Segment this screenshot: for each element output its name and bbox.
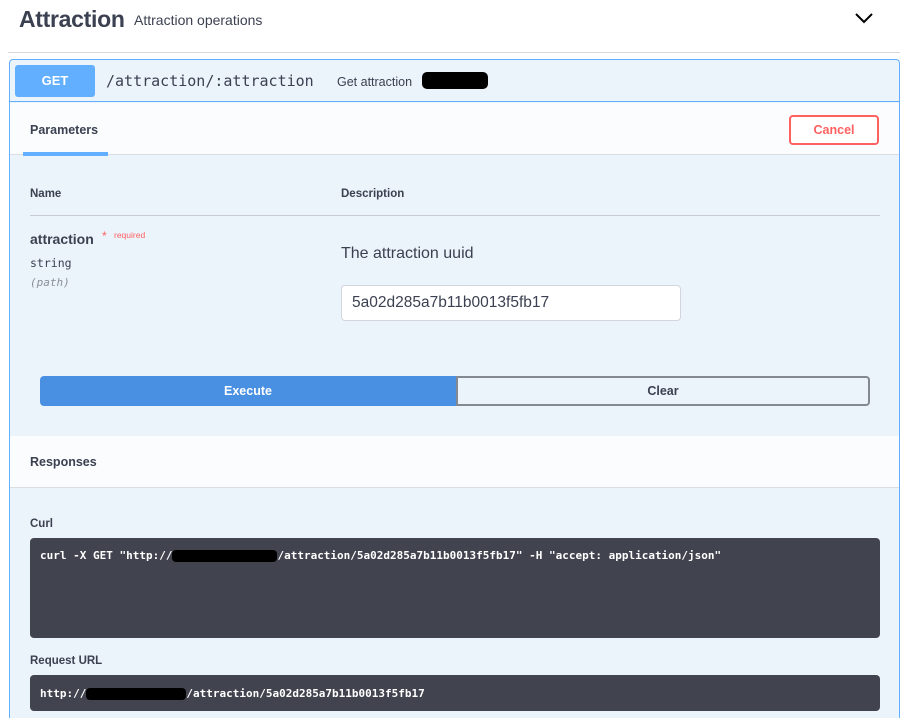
parameter-location: (path) xyxy=(30,276,70,289)
clear-button[interactable]: Clear xyxy=(456,376,870,406)
required-label: required xyxy=(114,230,146,240)
table-header-divider xyxy=(30,215,880,216)
column-header-description: Description xyxy=(341,188,405,200)
parameters-section-header: Parameters Cancel xyxy=(10,103,899,156)
operation-block: GET /attraction/:attraction Get attracti… xyxy=(9,59,900,718)
request-url-block[interactable]: http:// /attraction/5a02d285a7b11b0013f5f… xyxy=(30,675,880,711)
redaction-mark xyxy=(86,688,187,700)
redaction-mark xyxy=(172,550,278,562)
responses-section-header: Responses xyxy=(10,436,899,488)
tab-active-indicator xyxy=(23,152,108,156)
curl-command-prefix: curl -X GET "http:// xyxy=(40,549,173,562)
operation-summary[interactable]: GET /attraction/:attraction Get attracti… xyxy=(10,60,899,102)
request-url: http:// /attraction/5a02d285a7b11b0013f5f… xyxy=(40,687,425,700)
curl-code-block[interactable]: curl -X GET "http:// /attraction/5a02d285… xyxy=(30,538,880,638)
required-asterisk: * xyxy=(102,229,107,243)
parameter-name: attraction xyxy=(30,231,94,247)
execute-button-group: Execute Clear xyxy=(40,376,870,406)
request-url-label: Request URL xyxy=(30,655,103,667)
tag-description: Attraction operations xyxy=(134,12,263,28)
column-header-name: Name xyxy=(30,188,62,200)
chevron-down-icon[interactable] xyxy=(852,8,876,28)
request-url-suffix: /attraction/5a02d285a7b11b0013f5fb17 xyxy=(186,687,425,700)
tab-parameters[interactable]: Parameters xyxy=(30,123,98,137)
parameter-description: The attraction uuid xyxy=(341,245,474,262)
tag-header[interactable]: Attraction Attraction operations xyxy=(0,0,911,54)
curl-command-suffix: /attraction/5a02d285a7b11b0013f5fb17" -H… xyxy=(277,549,722,562)
execute-button[interactable]: Execute xyxy=(40,376,456,406)
attraction-uuid-input[interactable] xyxy=(341,285,681,321)
cancel-button[interactable]: Cancel xyxy=(789,115,879,145)
tag-title: Attraction xyxy=(19,6,125,32)
method-badge: GET xyxy=(15,65,95,97)
tag-divider xyxy=(8,52,900,53)
curl-label: Curl xyxy=(30,518,53,530)
responses-title: Responses xyxy=(30,455,97,469)
curl-command: curl -X GET "http:// /attraction/5a02d285… xyxy=(40,549,721,562)
redaction-mark xyxy=(422,72,488,89)
operation-summary-text: Get attraction xyxy=(337,75,413,89)
operation-path: /attraction/:attraction xyxy=(106,72,314,90)
request-url-prefix: http:// xyxy=(40,687,87,700)
parameter-type: string xyxy=(30,256,72,270)
